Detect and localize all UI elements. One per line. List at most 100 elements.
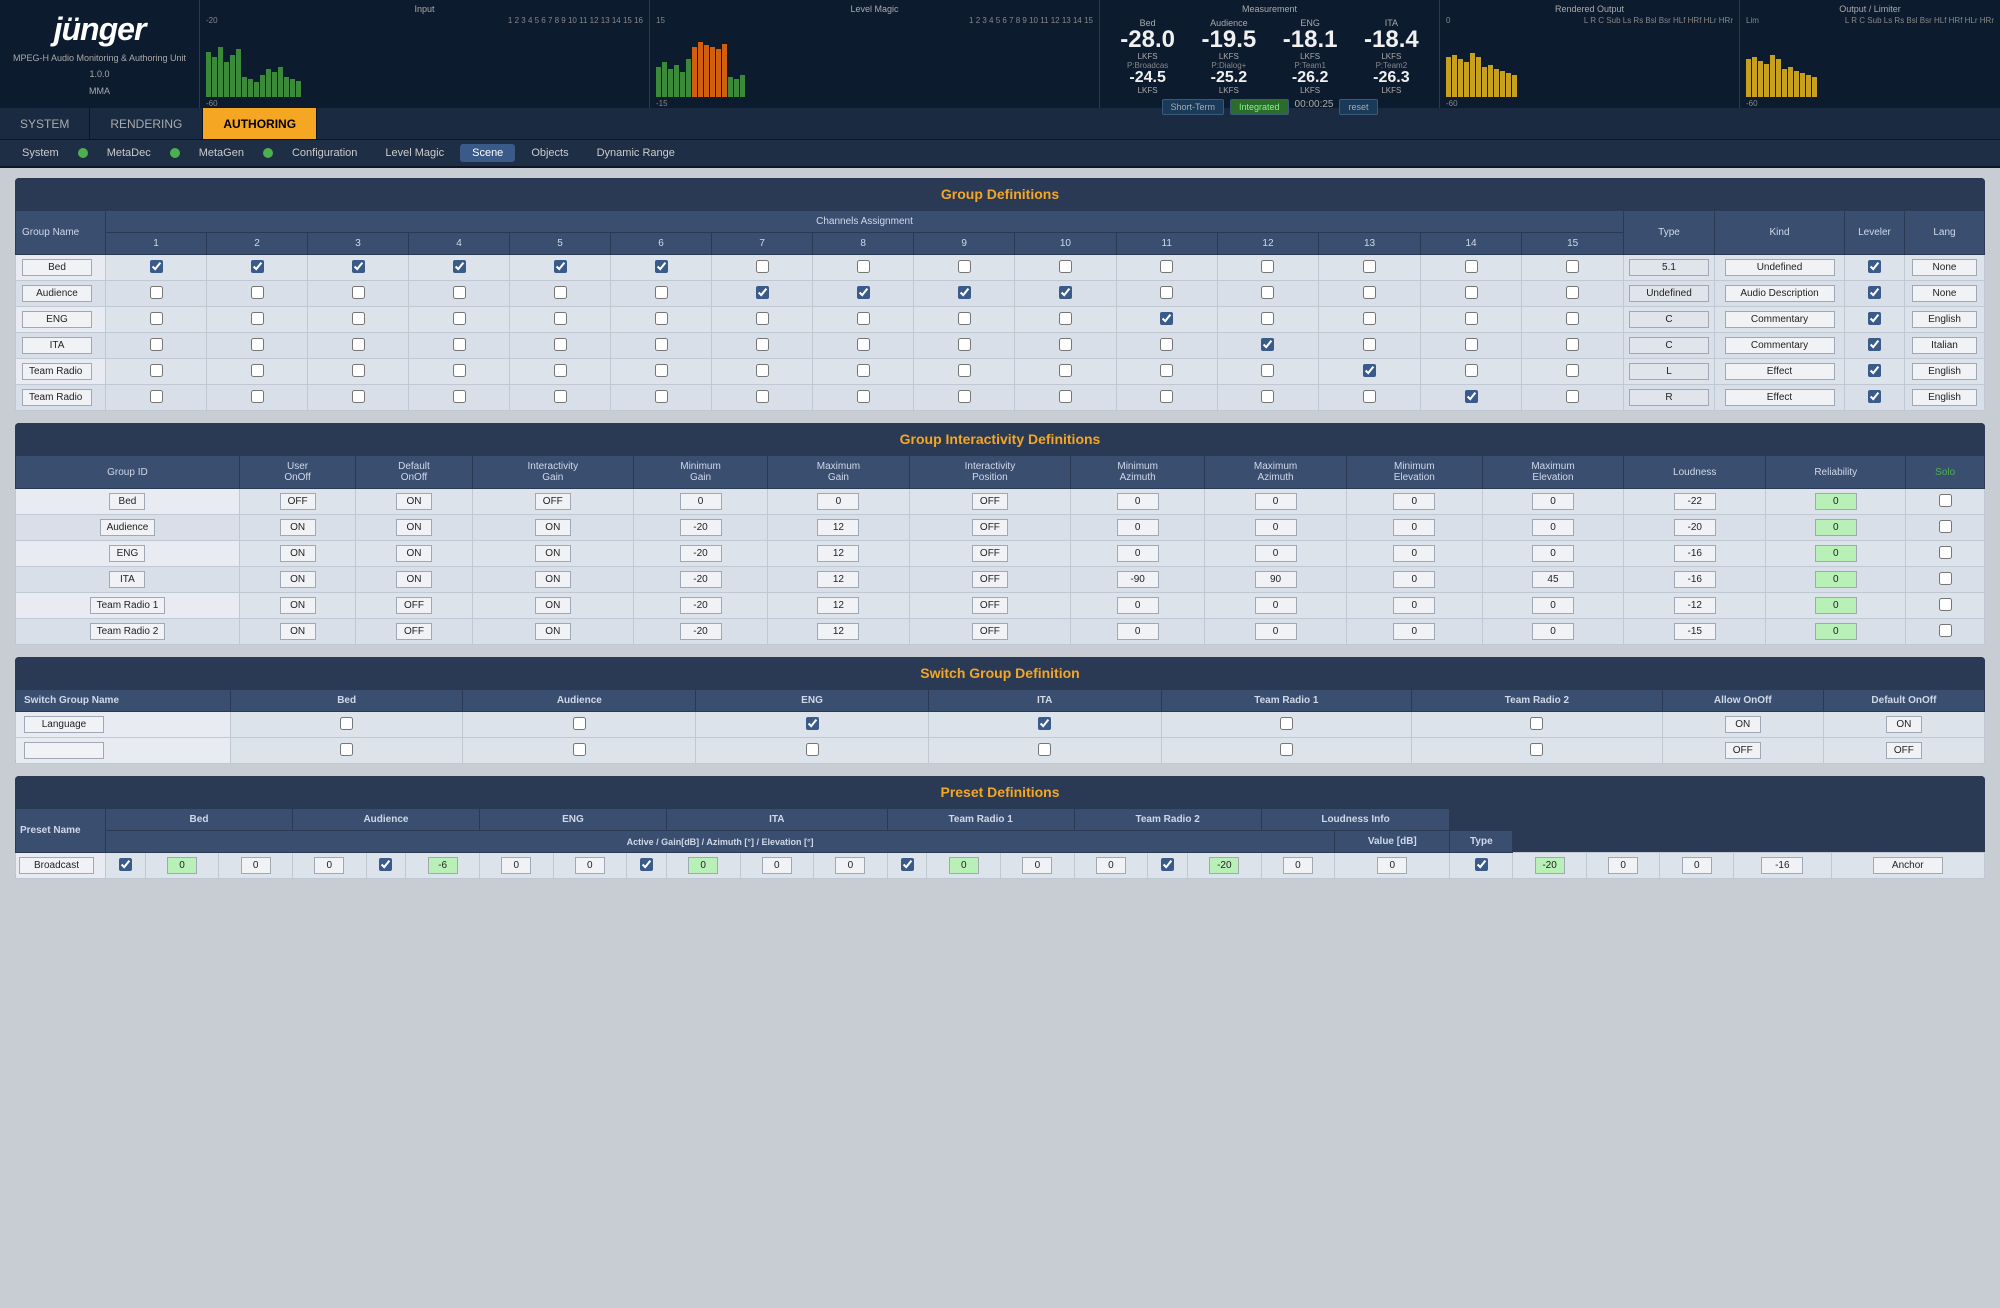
gi-intpos-btn-2[interactable]: OFF bbox=[972, 545, 1008, 562]
sg-tr1-cb-1[interactable] bbox=[1280, 743, 1293, 756]
gd-ch14-cb-1[interactable] bbox=[1465, 286, 1478, 299]
gi-loudness-inp-4[interactable] bbox=[1674, 597, 1716, 614]
gd-ch13-cb-4[interactable] bbox=[1363, 364, 1376, 377]
pre-aud-active-cb-0[interactable] bbox=[379, 858, 392, 871]
gd-ch7-cb-1[interactable] bbox=[756, 286, 769, 299]
gi-default-btn-2[interactable]: ON bbox=[396, 545, 432, 562]
gd-ch3-cb-2[interactable] bbox=[352, 312, 365, 325]
gi-maxaz-inp-1[interactable] bbox=[1255, 519, 1297, 536]
gd-type-input-5[interactable] bbox=[1629, 389, 1709, 406]
pre-aud-gain-inp-0[interactable] bbox=[428, 857, 458, 874]
gi-loudness-inp-2[interactable] bbox=[1674, 545, 1716, 562]
gi-user-btn-0[interactable]: OFF bbox=[280, 493, 316, 510]
gd-kind-input-1[interactable] bbox=[1725, 285, 1835, 302]
pre-name-inp-0[interactable] bbox=[19, 857, 94, 874]
gd-ch5-cb-3[interactable] bbox=[554, 338, 567, 351]
gi-id-btn-4[interactable]: Team Radio 1 bbox=[90, 597, 166, 614]
gd-ch7-cb-3[interactable] bbox=[756, 338, 769, 351]
gi-loudness-inp-0[interactable] bbox=[1674, 493, 1716, 510]
tab-authoring[interactable]: AUTHORING bbox=[203, 108, 317, 139]
gi-intpos-btn-3[interactable]: OFF bbox=[972, 571, 1008, 588]
gd-ch13-cb-5[interactable] bbox=[1363, 390, 1376, 403]
gi-minel-inp-1[interactable] bbox=[1393, 519, 1435, 536]
gd-type-input-4[interactable] bbox=[1629, 363, 1709, 380]
gd-lang-input-4[interactable] bbox=[1912, 363, 1977, 380]
gd-ch7-cb-4[interactable] bbox=[756, 364, 769, 377]
gi-maxel-inp-1[interactable] bbox=[1532, 519, 1574, 536]
sub-dynamic-range[interactable]: Dynamic Range bbox=[585, 144, 687, 162]
gi-maxaz-inp-0[interactable] bbox=[1255, 493, 1297, 510]
gd-lang-input-1[interactable] bbox=[1912, 285, 1977, 302]
gi-user-btn-3[interactable]: ON bbox=[280, 571, 316, 588]
gi-maxel-inp-2[interactable] bbox=[1532, 545, 1574, 562]
gi-minel-inp-0[interactable] bbox=[1393, 493, 1435, 510]
gi-rel-inp-0[interactable] bbox=[1815, 493, 1857, 510]
gd-ch1-cb-1[interactable] bbox=[150, 286, 163, 299]
pre-eng-active-cb-0[interactable] bbox=[640, 858, 653, 871]
gi-maxel-inp-3[interactable] bbox=[1532, 571, 1574, 588]
gi-maxgain-inp-0[interactable] bbox=[817, 493, 859, 510]
sub-metadec[interactable]: MetaDec bbox=[95, 144, 163, 162]
gi-maxel-inp-5[interactable] bbox=[1532, 623, 1574, 640]
gd-ch1-cb-3[interactable] bbox=[150, 338, 163, 351]
gd-name-input-1[interactable] bbox=[22, 285, 92, 302]
sg-audience-cb-1[interactable] bbox=[573, 743, 586, 756]
gd-ch12-cb-5[interactable] bbox=[1261, 390, 1274, 403]
gd-ch3-cb-4[interactable] bbox=[352, 364, 365, 377]
sg-tr2-cb-0[interactable] bbox=[1530, 717, 1543, 730]
gd-ch11-cb-4[interactable] bbox=[1160, 364, 1173, 377]
pre-bed-active-cb-0[interactable] bbox=[119, 858, 132, 871]
gd-ch4-cb-2[interactable] bbox=[453, 312, 466, 325]
gd-leveler-cb-1[interactable] bbox=[1868, 286, 1881, 299]
gd-ch15-cb-1[interactable] bbox=[1566, 286, 1579, 299]
gd-ch11-cb-2[interactable] bbox=[1160, 312, 1173, 325]
gi-maxgain-inp-5[interactable] bbox=[817, 623, 859, 640]
gd-ch13-cb-1[interactable] bbox=[1363, 286, 1376, 299]
integrated-btn[interactable]: Integrated bbox=[1230, 99, 1289, 115]
gd-ch3-cb-3[interactable] bbox=[352, 338, 365, 351]
gd-ch8-cb-5[interactable] bbox=[857, 390, 870, 403]
gd-ch15-cb-2[interactable] bbox=[1566, 312, 1579, 325]
gd-name-input-3[interactable] bbox=[22, 337, 92, 354]
sub-system[interactable]: System bbox=[10, 144, 71, 162]
gi-default-btn-3[interactable]: ON bbox=[396, 571, 432, 588]
gd-leveler-cb-4[interactable] bbox=[1868, 364, 1881, 377]
pre-ita-active-cb-0[interactable] bbox=[901, 858, 914, 871]
gi-id-btn-5[interactable]: Team Radio 2 bbox=[90, 623, 166, 640]
sg-ita-cb-0[interactable] bbox=[1038, 717, 1051, 730]
gd-ch14-cb-0[interactable] bbox=[1465, 260, 1478, 273]
gd-leveler-cb-2[interactable] bbox=[1868, 312, 1881, 325]
gd-ch13-cb-0[interactable] bbox=[1363, 260, 1376, 273]
gd-ch2-cb-2[interactable] bbox=[251, 312, 264, 325]
sg-allow-btn-1[interactable]: OFF bbox=[1725, 742, 1761, 759]
sg-tr2-cb-1[interactable] bbox=[1530, 743, 1543, 756]
gi-intgain-btn-0[interactable]: OFF bbox=[535, 493, 571, 510]
gi-intgain-btn-2[interactable]: ON bbox=[535, 545, 571, 562]
gd-leveler-cb-3[interactable] bbox=[1868, 338, 1881, 351]
gd-kind-input-4[interactable] bbox=[1725, 363, 1835, 380]
gi-default-btn-4[interactable]: OFF bbox=[396, 597, 432, 614]
gd-ch5-cb-1[interactable] bbox=[554, 286, 567, 299]
gi-maxel-inp-0[interactable] bbox=[1532, 493, 1574, 510]
pre-tr1-az-inp-0[interactable] bbox=[1283, 857, 1313, 874]
gd-ch12-cb-3[interactable] bbox=[1261, 338, 1274, 351]
pre-tr1-active-cb-0[interactable] bbox=[1161, 858, 1174, 871]
gd-ch8-cb-2[interactable] bbox=[857, 312, 870, 325]
gd-ch10-cb-0[interactable] bbox=[1059, 260, 1072, 273]
gd-ch9-cb-2[interactable] bbox=[958, 312, 971, 325]
sg-eng-cb-0[interactable] bbox=[806, 717, 819, 730]
gd-ch11-cb-5[interactable] bbox=[1160, 390, 1173, 403]
gd-ch6-cb-1[interactable] bbox=[655, 286, 668, 299]
gd-ch10-cb-1[interactable] bbox=[1059, 286, 1072, 299]
pre-tr1-gain-inp-0[interactable] bbox=[1209, 857, 1239, 874]
gd-ch6-cb-4[interactable] bbox=[655, 364, 668, 377]
gd-ch11-cb-3[interactable] bbox=[1160, 338, 1173, 351]
gi-default-btn-1[interactable]: ON bbox=[396, 519, 432, 536]
gd-ch1-cb-5[interactable] bbox=[150, 390, 163, 403]
gd-ch5-cb-5[interactable] bbox=[554, 390, 567, 403]
gd-ch15-cb-3[interactable] bbox=[1566, 338, 1579, 351]
gd-ch7-cb-2[interactable] bbox=[756, 312, 769, 325]
gd-ch3-cb-1[interactable] bbox=[352, 286, 365, 299]
gd-ch6-cb-0[interactable] bbox=[655, 260, 668, 273]
gi-solo-cb-0[interactable] bbox=[1939, 494, 1952, 507]
